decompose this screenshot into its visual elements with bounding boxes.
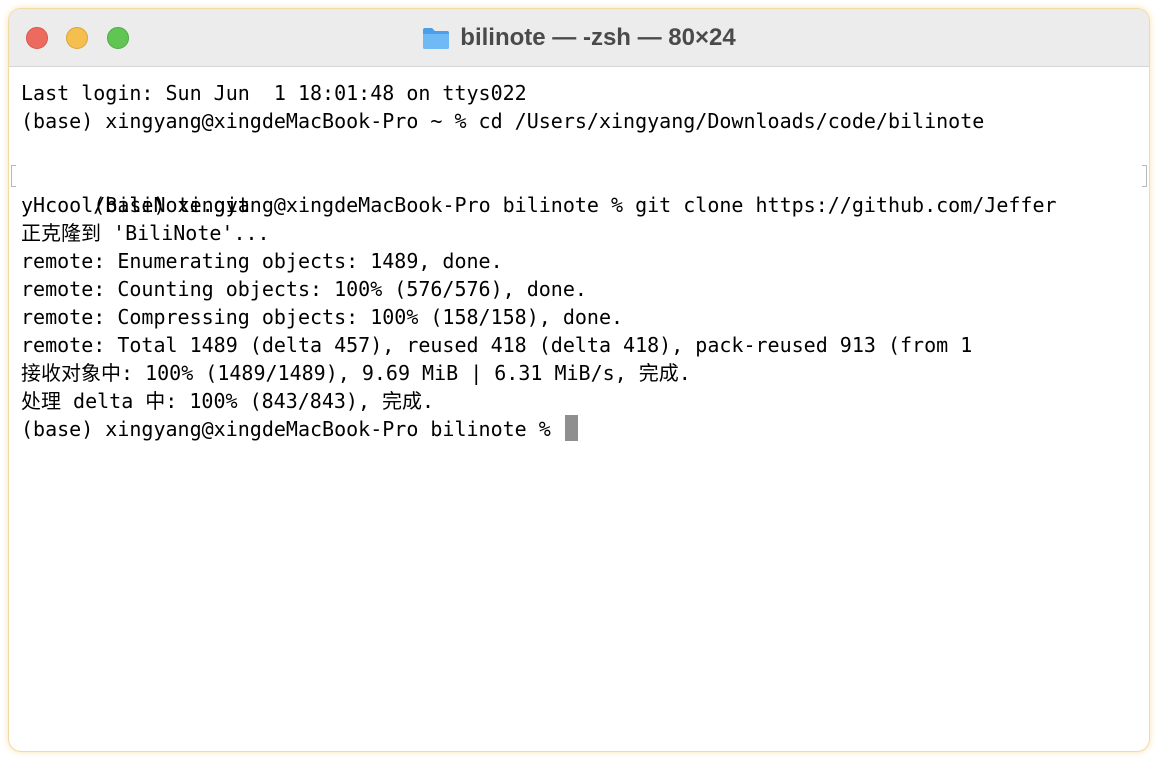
terminal-line: remote: Counting objects: 100% (576/576)…: [21, 277, 587, 301]
title-bar[interactable]: bilinote — -zsh — 80×24: [9, 9, 1149, 67]
text-cursor: [564, 415, 578, 441]
line-mark-left: [11, 165, 16, 187]
window-title-group: bilinote — -zsh — 80×24: [9, 9, 1149, 67]
terminal-line: 正克隆到 'BiliNote'...: [21, 221, 270, 245]
terminal-line-wrapped: (base) xingyang@xingdeMacBook-Pro bilino…: [11, 163, 1149, 217]
terminal-line: yHcool/BiliNote.git: [21, 193, 250, 217]
terminal-line: (base) xingyang@xingdeMacBook-Pro ~ % cd…: [21, 109, 985, 133]
terminal-window: bilinote — -zsh — 80×24 Last login: Sun …: [9, 9, 1149, 751]
terminal-output[interactable]: Last login: Sun Jun 1 18:01:48 on ttys02…: [9, 67, 1149, 751]
prompt-line: (base) xingyang@xingdeMacBook-Pro bilino…: [21, 415, 1149, 443]
line-mark-right: [1142, 165, 1147, 187]
terminal-line: remote: Enumerating objects: 1489, done.: [21, 249, 503, 273]
window-title: bilinote — -zsh — 80×24: [460, 24, 736, 51]
folder-icon: [422, 26, 450, 50]
terminal-line: 接收对象中: 100% (1489/1489), 9.69 MiB | 6.31…: [21, 361, 691, 385]
prompt-text: (base) xingyang@xingdeMacBook-Pro bilino…: [21, 417, 563, 441]
terminal-line: remote: Total 1489 (delta 457), reused 4…: [21, 333, 973, 357]
terminal-line: Last login: Sun Jun 1 18:01:48 on ttys02…: [21, 81, 527, 105]
terminal-line: remote: Compressing objects: 100% (158/1…: [21, 305, 624, 329]
terminal-line: 处理 delta 中: 100% (843/843), 完成.: [21, 389, 435, 413]
